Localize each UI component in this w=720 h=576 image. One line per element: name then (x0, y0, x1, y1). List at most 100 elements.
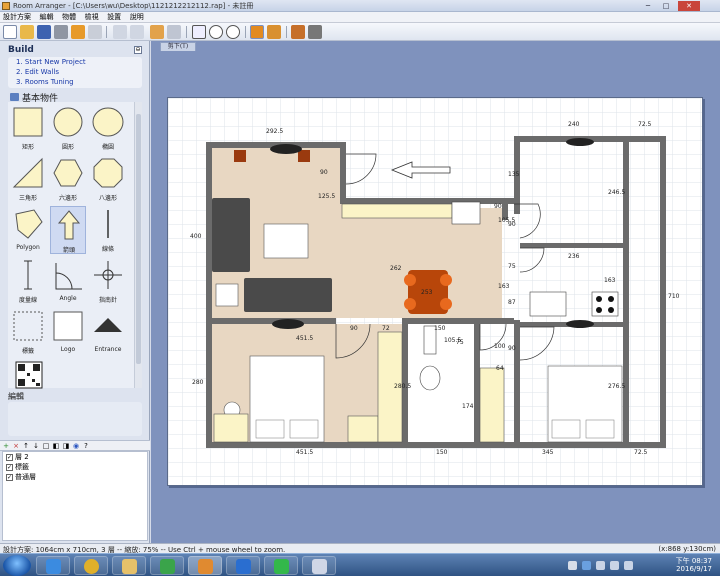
delete-layer-button[interactable]: × (12, 442, 20, 450)
library-item-ellipse[interactable]: 橢圓 (90, 104, 126, 152)
chair[interactable] (404, 274, 416, 286)
library-item-line[interactable]: 線條 (90, 206, 126, 254)
layer-row[interactable]: ✓ 普通層 (3, 472, 147, 482)
zoom-fit-icon[interactable] (192, 25, 206, 39)
tv[interactable] (270, 144, 302, 154)
taskbar-app-ie[interactable] (36, 556, 70, 575)
rooms-tuning-link[interactable]: 3. Rooms Tuning (8, 77, 142, 87)
start-button[interactable] (3, 555, 31, 576)
floor-plan-paper[interactable]: 292.5 240 72.5 400 125.5 90 135 246.5 71… (167, 97, 703, 486)
library-item-polygon[interactable]: Polygon (10, 206, 46, 254)
sink-counter[interactable] (529, 291, 567, 317)
sofa[interactable] (244, 278, 332, 312)
add-layer-button[interactable]: + (2, 442, 10, 450)
maximize-button[interactable]: □ (658, 1, 674, 11)
tv[interactable] (272, 319, 304, 329)
stove[interactable] (591, 291, 619, 317)
taskbar-app-chrome[interactable] (74, 556, 108, 575)
kitchen-counter[interactable] (341, 203, 453, 219)
coffee-table[interactable] (263, 223, 309, 259)
taskbar-app-explorer[interactable] (112, 556, 146, 575)
chair[interactable] (440, 298, 452, 310)
layer-split-button[interactable]: ◨ (62, 442, 70, 450)
library-item-label-box[interactable]: 標籤 (10, 308, 46, 356)
tape-icon[interactable] (88, 25, 102, 39)
menu-object[interactable]: 物體 (59, 12, 79, 23)
taskbar-app-ie2[interactable] (226, 556, 260, 575)
print-icon[interactable] (54, 25, 68, 39)
pillow[interactable] (255, 419, 285, 439)
menu-help[interactable]: 說明 (127, 12, 147, 23)
layers-3d-icon[interactable] (267, 25, 281, 39)
layer-row[interactable]: ✓ 標籤 (3, 462, 147, 472)
car-icon[interactable] (150, 25, 164, 39)
new-icon[interactable] (3, 25, 17, 39)
layer-merge-button[interactable]: ◧ (52, 442, 60, 450)
nightstand[interactable] (213, 413, 249, 443)
library-item-entrance[interactable]: Entrance (90, 308, 126, 356)
house-3d-icon[interactable] (291, 25, 305, 39)
cursor-icon[interactable] (308, 25, 322, 39)
taskbar-app-recycle[interactable] (150, 556, 184, 575)
start-new-project-link[interactable]: 1. Start New Project (8, 57, 142, 67)
help-icon[interactable] (582, 561, 591, 570)
cut-tab[interactable]: 剪下(T) (160, 42, 196, 51)
library-scrollbar[interactable] (134, 102, 142, 388)
library-item-compass[interactable]: 指南針 (90, 257, 126, 305)
library-item-angle[interactable]: Angle (50, 257, 86, 305)
library-item-hexagon[interactable]: 六邊形 (50, 155, 86, 203)
library-item-octagon[interactable]: 八邊形 (90, 155, 126, 203)
edit-walls-link[interactable]: 2. Edit Walls (8, 67, 142, 77)
chair[interactable] (234, 150, 246, 162)
taskbar-app-roomarranger[interactable] (188, 556, 222, 575)
desk[interactable] (347, 415, 379, 443)
menu-view[interactable]: 檢視 (82, 12, 102, 23)
pillow[interactable] (289, 419, 319, 439)
layer-duplicate-button[interactable]: □ (42, 442, 50, 450)
pillow[interactable] (585, 419, 615, 439)
floor-plan[interactable]: 292.5 240 72.5 400 125.5 90 135 246.5 71… (168, 98, 703, 486)
zoom-in-icon[interactable] (209, 25, 223, 39)
chair[interactable] (298, 150, 310, 162)
library-item-logo[interactable]: Logo (50, 308, 86, 356)
tv[interactable] (566, 138, 594, 146)
redo-icon[interactable] (130, 25, 144, 39)
scroll-thumb[interactable] (136, 114, 141, 364)
library-item-triangle[interactable]: 三角形 (10, 155, 46, 203)
close-button[interactable]: ✕ (678, 1, 700, 11)
menu-design[interactable]: 設計方案 (0, 12, 34, 23)
sofa[interactable] (212, 198, 250, 272)
pillow[interactable] (551, 419, 581, 439)
keyboard-icon[interactable] (568, 561, 577, 570)
layer-row[interactable]: ✓ 層 2 (3, 452, 147, 462)
menu-settings[interactable]: 設置 (104, 12, 124, 23)
side-table[interactable] (215, 283, 239, 307)
fridge[interactable] (451, 201, 481, 225)
magic-icon[interactable] (71, 25, 85, 39)
save-icon[interactable] (37, 25, 51, 39)
taskbar-app-house[interactable] (302, 556, 336, 575)
open-icon[interactable] (20, 25, 34, 39)
toilet[interactable] (419, 365, 441, 391)
network-icon[interactable] (610, 561, 619, 570)
clock[interactable]: 下午 08:37 2016/9/17 (676, 557, 712, 573)
floor-2d-icon[interactable] (250, 25, 264, 39)
layer-up-button[interactable]: ↑ (22, 442, 30, 450)
layer-checkbox[interactable]: ✓ (6, 473, 13, 481)
chair[interactable] (440, 274, 452, 286)
flag-icon[interactable] (596, 561, 605, 570)
library-item-dimension[interactable]: 度量線 (10, 257, 46, 305)
library-header[interactable]: 基本物件 (8, 92, 142, 104)
library-item-arrow[interactable]: 箭頭 (50, 206, 86, 254)
tv[interactable] (566, 320, 594, 328)
layer-checkbox[interactable]: ✓ (6, 453, 13, 461)
undo-icon[interactable] (113, 25, 127, 39)
chair[interactable] (404, 298, 416, 310)
minimize-button[interactable]: ─ (640, 1, 656, 11)
layer-visibility-button[interactable]: ◉ (72, 442, 80, 450)
library-item-rectangle[interactable]: 矩形 (10, 104, 46, 152)
layer-help-button[interactable]: ? (82, 442, 90, 450)
library-item-circle[interactable]: 圓形 (50, 104, 86, 152)
bathroom-cabinet[interactable] (479, 367, 505, 443)
volume-icon[interactable] (624, 561, 633, 570)
